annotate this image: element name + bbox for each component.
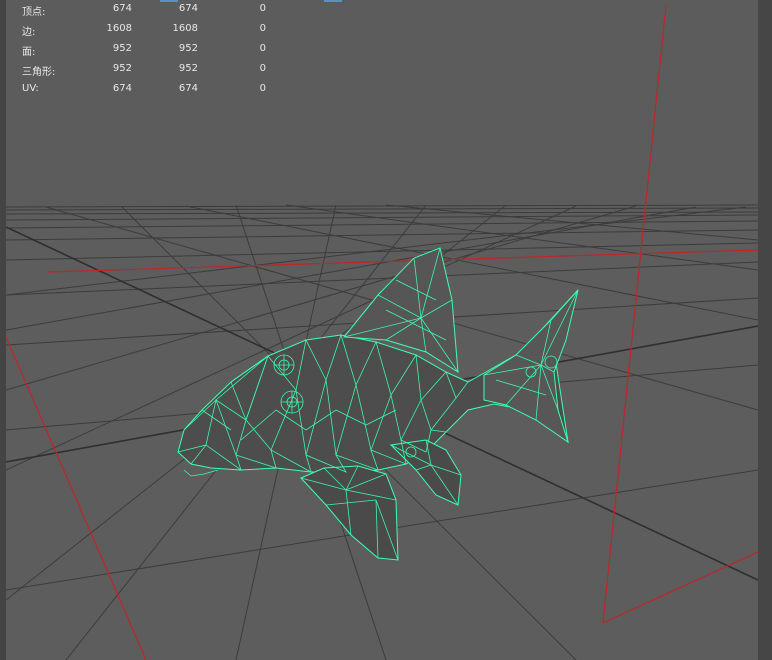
- maya-app-window: 顶点: 674 674 0 边: 1608 1608 0 面: 952 952 …: [0, 0, 772, 660]
- poly-count-hud: 顶点: 674 674 0 边: 1608 1608 0 面: 952 952 …: [22, 0, 282, 100]
- hud-value-other: 0: [259, 63, 266, 74]
- hud-row-edges: 边: 1608 1608 0: [22, 20, 282, 40]
- hud-row-faces: 面: 952 952 0: [22, 40, 282, 60]
- hud-value-total: 674: [112, 3, 132, 14]
- hud-row-vertices: 顶点: 674 674 0: [22, 0, 282, 20]
- hud-value-total: 952: [112, 43, 132, 54]
- toolbar-tab-indicator[interactable]: [324, 0, 342, 2]
- anal-fin[interactable]: [389, 439, 462, 506]
- hud-value-selected: 1608: [172, 23, 198, 34]
- hud-value-selected: 674: [178, 3, 198, 14]
- hud-value-other: 0: [259, 83, 266, 94]
- hud-value-other: 0: [259, 3, 266, 14]
- hud-value-total: 674: [112, 83, 132, 94]
- hud-label: 面:: [22, 47, 36, 58]
- hud-value-total: 952: [112, 63, 132, 74]
- hud-value-selected: 674: [178, 83, 198, 94]
- perspective-viewport[interactable]: 顶点: 674 674 0 边: 1608 1608 0 面: 952 952 …: [6, 0, 758, 660]
- hud-value-other: 0: [259, 23, 266, 34]
- hud-row-uvs: UV: 674 674 0: [22, 80, 282, 100]
- hud-row-triangles: 三角形: 952 952 0: [22, 60, 282, 80]
- hud-label: 顶点:: [22, 7, 46, 18]
- viewport-right-border: [758, 0, 772, 660]
- pelvic-fin[interactable]: [300, 465, 399, 561]
- hud-value-total: 1608: [106, 23, 132, 34]
- hud-value-selected: 952: [178, 43, 198, 54]
- hud-label: UV:: [22, 83, 39, 94]
- hud-label: 三角形:: [22, 67, 56, 78]
- hud-value-other: 0: [259, 43, 266, 54]
- hud-value-selected: 952: [178, 63, 198, 74]
- fish-mesh[interactable]: [177, 247, 579, 561]
- hud-label: 边:: [22, 27, 36, 38]
